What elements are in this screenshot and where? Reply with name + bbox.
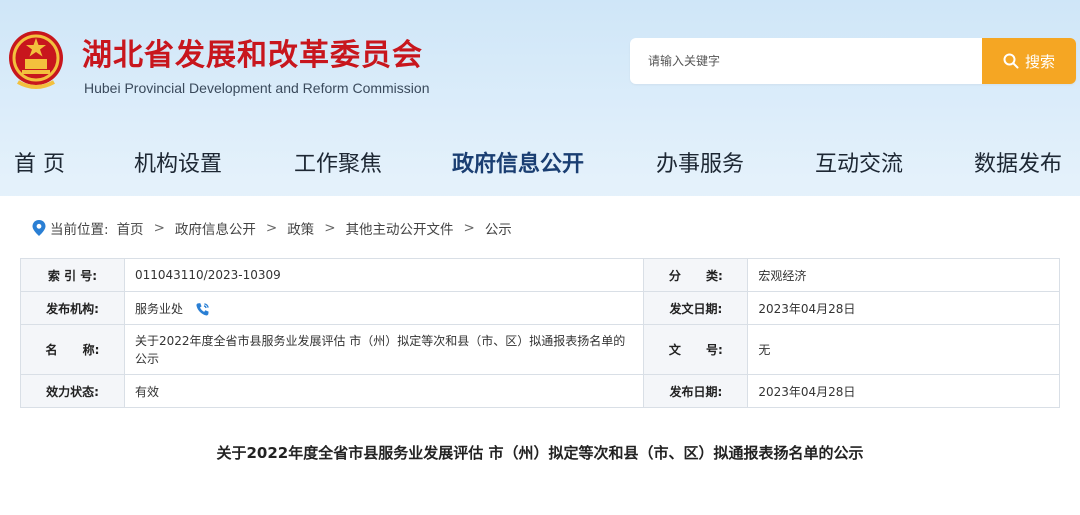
table-row: 索 引 号: 011043110/2023-10309 分 类: 宏观经济 [20, 258, 1060, 292]
name-value: 关于2022年度全省市县服务业发展评估 市（州）拟定等次和县（市、区）拟通报表扬… [123, 324, 645, 375]
nav-item-services[interactable]: 办事服务 [656, 146, 744, 178]
issue-date-label: 发文日期: [643, 291, 749, 325]
breadcrumb-separator: > [265, 220, 278, 236]
phone-icon[interactable] [195, 302, 210, 317]
category-value: 宏观经济 [747, 258, 1060, 292]
breadcrumb-separator: > [463, 220, 475, 236]
breadcrumb-item-gov-info[interactable]: 政府信息公开 [175, 218, 256, 238]
national-emblem-icon[interactable] [6, 24, 66, 94]
index-value: 011043110/2023-10309 [123, 258, 645, 292]
nav-item-work-focus[interactable]: 工作聚焦 [294, 146, 382, 178]
search-icon [1003, 53, 1019, 69]
nav-item-organization[interactable]: 机构设置 [134, 146, 222, 178]
main-nav: 首 页 机构设置 工作聚焦 政府信息公开 办事服务 互动交流 数据发布 [0, 140, 1080, 184]
nav-item-home[interactable]: 首 页 [14, 146, 65, 178]
nav-item-interaction[interactable]: 互动交流 [815, 146, 903, 178]
breadcrumb-prefix: 当前位置: [50, 222, 109, 238]
site-title[interactable]: 湖北省发展和改革委员会 [82, 30, 423, 74]
breadcrumb-separator: > [324, 220, 336, 236]
search-button-label: 搜索 [1024, 52, 1055, 71]
site-subtitle: Hubei Provincial Development and Reform … [84, 80, 430, 96]
table-row: 效力状态: 有效 发布日期: 2023年04月28日 [20, 374, 1060, 408]
publisher-cell: 服务业处 [123, 291, 645, 325]
nav-item-gov-info[interactable]: 政府信息公开 [452, 146, 584, 178]
document-title: 关于2022年度全省市县服务业发展评估 市（州）拟定等次和县（市、区）拟通报表扬… [216, 444, 864, 462]
breadcrumb-item-other-files[interactable]: 其他主动公开文件 [346, 218, 454, 238]
document-meta-table: 索 引 号: 011043110/2023-10309 分 类: 宏观经济 发布… [20, 258, 1060, 408]
breadcrumb: 当前位置: 首页 > 政府信息公开 > 政策 > 其他主动公开文件 > 公示 [32, 218, 512, 238]
publish-date-value: 2023年04月28日 [747, 374, 1060, 408]
breadcrumb-item-announcement[interactable]: 公示 [485, 218, 512, 238]
content-panel: 当前位置: 首页 > 政府信息公开 > 政策 > 其他主动公开文件 > 公示 索… [0, 196, 1080, 515]
doc-number-label: 文 号: [643, 324, 749, 375]
search-button[interactable]: 搜索 [982, 38, 1076, 84]
nav-item-data-release[interactable]: 数据发布 [974, 146, 1062, 178]
table-row: 名 称: 关于2022年度全省市县服务业发展评估 市（州）拟定等次和县（市、区）… [20, 324, 1060, 375]
doc-number-value: 无 [747, 324, 1060, 375]
search-bar: 搜索 [630, 38, 1076, 84]
issue-date-value: 2023年04月28日 [747, 291, 1060, 325]
breadcrumb-separator: > [153, 220, 165, 236]
publisher-label: 发布机构: [20, 291, 125, 325]
index-label: 索 引 号: [20, 258, 125, 292]
name-label: 名 称: [20, 324, 125, 375]
category-label: 分 类: [643, 258, 749, 292]
status-label: 效力状态: [20, 374, 125, 408]
location-pin-icon [32, 220, 46, 236]
breadcrumb-item-home[interactable]: 首页 [117, 218, 144, 238]
publish-date-label: 发布日期: [643, 374, 749, 408]
breadcrumb-item-policy[interactable]: 政策 [287, 218, 314, 238]
status-value: 有效 [123, 374, 645, 408]
publisher-value: 服务业处 [134, 301, 183, 316]
search-input[interactable] [630, 38, 982, 84]
table-row: 发布机构: 服务业处 发文日期: 2023年04月28日 [20, 291, 1060, 325]
site-header: 湖北省发展和改革委员会 Hubei Provincial Development… [0, 0, 1080, 120]
